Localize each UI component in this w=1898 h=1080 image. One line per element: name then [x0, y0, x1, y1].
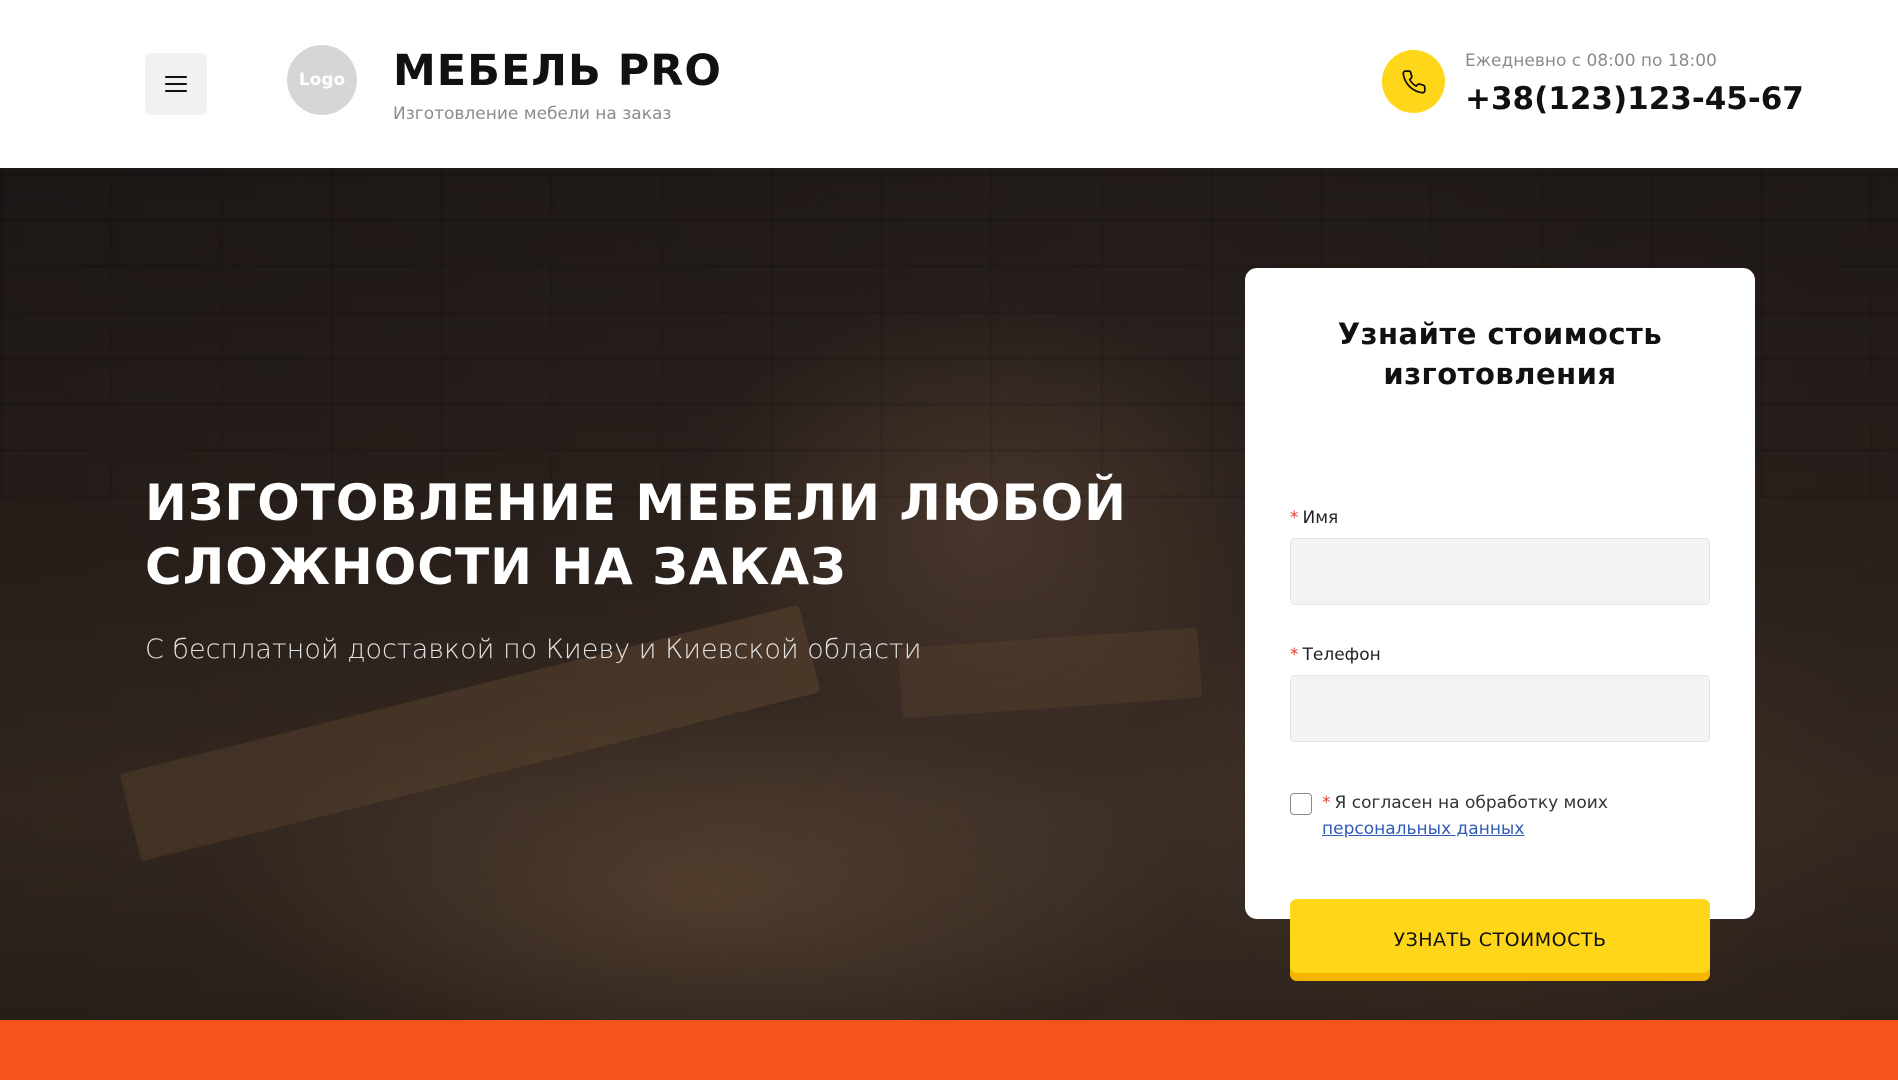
required-mark: *	[1290, 508, 1299, 528]
hamburger-menu-button[interactable]	[145, 53, 207, 115]
hero-title-line1: ИЗГОТОВЛЕНИЕ МЕБЕЛИ ЛЮБОЙ	[145, 474, 1128, 532]
consent-text: * Я согласен на обработку моих персональн…	[1322, 793, 1608, 839]
brand-name: МЕБЕЛЬ PRO	[393, 46, 722, 96]
name-field-label: * Имя	[1290, 508, 1339, 528]
phone-field-label: * Телефон	[1290, 645, 1381, 665]
phone-icon[interactable]	[1382, 50, 1445, 113]
hero-section: ИЗГОТОВЛЕНИЕ МЕБЕЛИ ЛЮБОЙ СЛОЖНОСТИ НА З…	[0, 168, 1898, 1020]
hamburger-menu-icon	[165, 76, 187, 78]
required-mark: *	[1290, 645, 1299, 665]
hero-title: ИЗГОТОВЛЕНИЕ МЕБЕЛИ ЛЮБОЙ СЛОЖНОСТИ НА З…	[145, 471, 1145, 599]
hero-subtitle: С бесплатной доставкой по Киеву и Киевск…	[145, 634, 922, 665]
form-title: Узнайте стоимость изготовления	[1337, 317, 1663, 391]
working-hours: Ежедневно с 08:00 по 18:00	[1465, 51, 1717, 71]
phone-number-link[interactable]: +38(123)123-45-67	[1465, 78, 1804, 120]
site-header: Logo МЕБЕЛЬ PRO Изготовление мебели на з…	[0, 0, 1898, 168]
phone-input[interactable]	[1290, 675, 1710, 742]
logo[interactable]: Logo	[287, 45, 357, 115]
consent-checkbox[interactable]	[1290, 793, 1312, 815]
hero-title-line2: СЛОЖНОСТИ НА ЗАКАЗ	[145, 538, 847, 596]
privacy-policy-link[interactable]: персональных данных	[1322, 819, 1524, 839]
price-request-form: Узнайте стоимость изготовления * Имя * Тел…	[1245, 268, 1755, 981]
next-section-strip	[0, 1020, 1898, 1080]
name-input[interactable]	[1290, 538, 1710, 605]
get-price-button[interactable]: УЗНАТЬ СТОИМОСТЬ	[1290, 899, 1710, 981]
brand-tagline: Изготовление мебели на заказ	[393, 104, 672, 124]
